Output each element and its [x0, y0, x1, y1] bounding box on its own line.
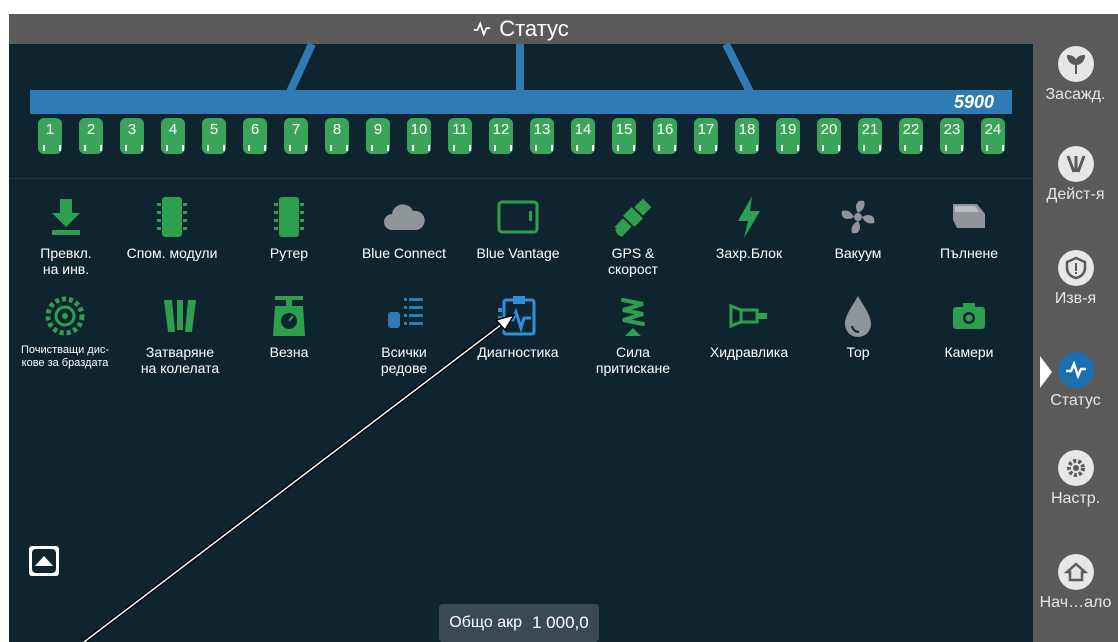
downforce-icon — [611, 294, 655, 338]
row-unit[interactable]: 3 — [120, 118, 144, 154]
tile-disc-cleaners[interactable]: Почистващи дис- кове за браздата — [10, 294, 120, 370]
sidebar-item-label: Статус — [1050, 392, 1101, 409]
sidebar-item-label: Засажд. — [1045, 86, 1106, 103]
sidebar-item-planting[interactable]: Засажд. — [1033, 46, 1118, 104]
planting-icon — [1057, 46, 1094, 82]
divider — [9, 178, 1033, 179]
row-unit[interactable]: 19 — [776, 118, 800, 154]
row-units: 1 2 3 4 5 6 7 8 9 10 11 12 13 14 15 16 1… — [30, 118, 1012, 162]
fan-icon — [836, 195, 880, 239]
total-acres-display: Общо акр 1 000,0 — [439, 604, 599, 642]
download-icon — [44, 195, 88, 239]
row-unit[interactable]: 18 — [735, 118, 759, 154]
total-acres-label: Общо акр — [449, 614, 522, 631]
row-unit[interactable]: 1 — [38, 118, 62, 154]
tile-aux-modules[interactable]: Спом. модули — [117, 195, 227, 261]
fill-icon — [947, 195, 991, 239]
camera-icon — [947, 294, 991, 338]
row-unit[interactable]: 8 — [325, 118, 349, 154]
status-icon — [1057, 352, 1094, 388]
active-indicator — [1040, 356, 1052, 388]
tablet-icon — [496, 195, 540, 239]
sidebar-item-alerts[interactable]: Изв-я — [1033, 250, 1118, 308]
tile-gps-speed[interactable]: GPS & скорост — [578, 195, 688, 277]
total-acres-value: 1 000,0 — [532, 613, 589, 632]
tile-switch-inventory[interactable]: Превкл. на инв. — [11, 195, 121, 277]
all-rows-icon — [382, 294, 426, 338]
tile-fill[interactable]: Пълнене — [914, 195, 1024, 261]
module-icon — [150, 195, 194, 239]
sidebar-item-label: Нач…ало — [1039, 594, 1112, 611]
tile-closing-wheels[interactable]: Затваряне на колелата — [125, 294, 235, 376]
sidebar-item-label: Изв-я — [1054, 290, 1097, 307]
tile-vacuum[interactable]: Вакуум — [803, 195, 913, 261]
chevron-up-icon — [32, 549, 56, 573]
row-unit[interactable]: 14 — [571, 118, 595, 154]
row-unit[interactable]: 12 — [489, 118, 513, 154]
row-unit[interactable]: 16 — [653, 118, 677, 154]
row-unit[interactable]: 10 — [407, 118, 431, 154]
diagnostics-icon — [496, 294, 540, 338]
home-icon — [1057, 554, 1094, 590]
sidebar-item-actions[interactable]: Дейст-я — [1033, 146, 1118, 204]
collapse-button[interactable] — [29, 546, 59, 576]
hydraulics-icon — [727, 294, 771, 338]
bar-value: 5900 — [953, 92, 994, 112]
row-unit[interactable]: 5 — [202, 118, 226, 154]
router-icon — [267, 195, 311, 239]
cloud-icon — [382, 195, 426, 239]
tile-cameras[interactable]: Камери — [914, 294, 1024, 360]
tile-downforce[interactable]: Сила притискане — [578, 294, 688, 376]
row-unit[interactable]: 13 — [530, 118, 554, 154]
settings-icon — [1057, 450, 1094, 486]
row-unit[interactable]: 4 — [161, 118, 185, 154]
row-unit[interactable]: 23 — [940, 118, 964, 154]
lightning-icon — [727, 195, 771, 239]
row-unit[interactable]: 9 — [366, 118, 390, 154]
disc-cleaner-icon — [43, 294, 87, 338]
tile-blue-vantage[interactable]: Blue Vantage — [463, 195, 573, 261]
tile-diagnostics[interactable]: Диагностика — [463, 294, 573, 360]
sidebar: Засажд. Дейст-я Изв-я Статус Настр. Нач…… — [1033, 14, 1118, 642]
sidebar-item-settings[interactable]: Настр. — [1033, 450, 1118, 508]
tile-fertilizer[interactable]: Тор — [803, 294, 913, 360]
actions-icon — [1057, 146, 1094, 182]
alerts-icon — [1057, 250, 1094, 286]
row-unit[interactable]: 2 — [79, 118, 103, 154]
sidebar-item-home[interactable]: Нач…ало — [1033, 554, 1118, 612]
row-unit[interactable]: 15 — [612, 118, 636, 154]
row-unit[interactable]: 7 — [284, 118, 308, 154]
row-unit[interactable]: 6 — [243, 118, 267, 154]
row-unit[interactable]: 20 — [817, 118, 841, 154]
row-unit[interactable]: 24 — [981, 118, 1005, 154]
row-unit[interactable]: 22 — [899, 118, 923, 154]
sidebar-item-label: Настр. — [1050, 490, 1101, 507]
tile-blue-connect[interactable]: Blue Connect — [349, 195, 459, 261]
tile-scale[interactable]: Везна — [234, 294, 344, 360]
row-unit[interactable]: 21 — [858, 118, 882, 154]
tile-hydraulics[interactable]: Хидравлика — [694, 294, 804, 360]
tile-all-rows[interactable]: Всички редове — [349, 294, 459, 376]
scale-icon — [267, 294, 311, 338]
row-unit[interactable]: 17 — [694, 118, 718, 154]
tile-power-block[interactable]: Захр.Блок — [694, 195, 804, 261]
fertilizer-icon — [836, 294, 880, 338]
tile-router[interactable]: Рутер — [234, 195, 344, 261]
screen: Статус 5900 1 2 3 4 5 6 7 8 9 10 11 12 1… — [0, 0, 1118, 642]
closing-wheels-icon — [158, 294, 202, 338]
sidebar-item-label: Дейст-я — [1046, 186, 1105, 203]
row-unit[interactable]: 11 — [448, 118, 472, 154]
toolbar-beam: 5900 — [30, 90, 1012, 114]
satellite-icon — [611, 195, 655, 239]
